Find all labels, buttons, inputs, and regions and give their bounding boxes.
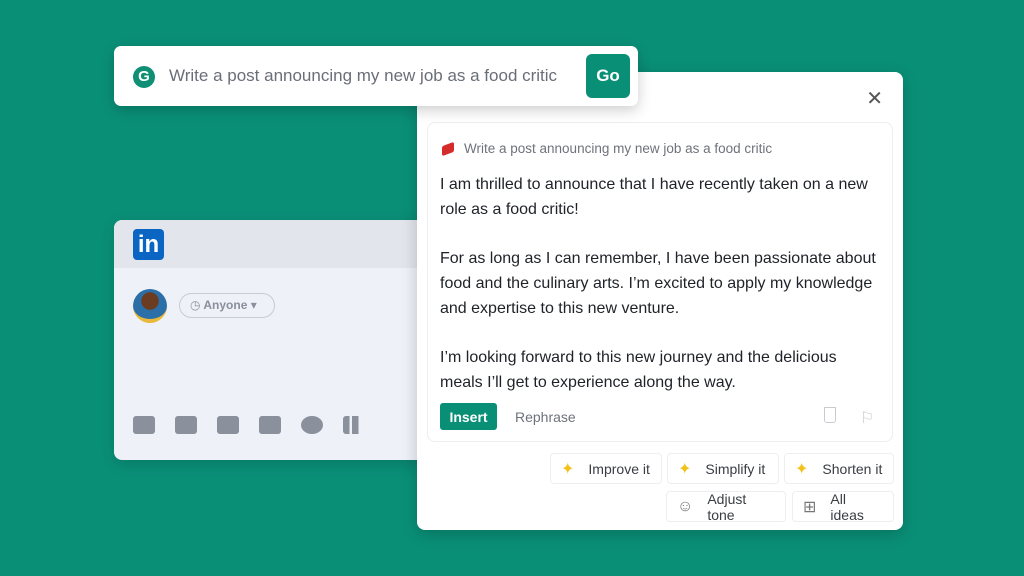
chip-label: All ideas	[830, 490, 864, 523]
paragraph: For as long as I can remember, I have be…	[440, 250, 876, 317]
close-icon[interactable]: ✕	[866, 86, 883, 111]
paragraph: I am thrilled to announce that I have re…	[440, 176, 868, 218]
paragraph: I’m looking forward to this new journey …	[440, 348, 837, 391]
job-icon[interactable]	[259, 416, 281, 434]
photo-icon[interactable]	[133, 416, 155, 434]
adjust-tone-button[interactable]: ☺ Adjust tone	[666, 490, 786, 523]
chip-label: Simplify it	[705, 460, 766, 477]
avatar	[133, 289, 167, 323]
document-icon[interactable]	[217, 416, 239, 434]
rephrase-button[interactable]: Rephrase	[515, 409, 576, 425]
flag-icon[interactable]: ⚐	[860, 408, 874, 428]
chip-label: Shorten it	[822, 460, 883, 477]
linkedin-logo: in	[133, 229, 164, 260]
grammarly-icon: G	[133, 66, 155, 88]
celebrate-icon[interactable]	[301, 416, 323, 434]
chip-label: Improve it	[588, 460, 650, 477]
prompt-input[interactable]: Write a post announcing my new job as a …	[169, 66, 557, 86]
grid-plus-icon: ⊞	[803, 498, 817, 516]
audience-dropdown[interactable]: ◷ Anyone ▾	[179, 293, 275, 318]
simplify-it-button[interactable]: ✦ Simplify it	[667, 453, 779, 484]
poll-icon[interactable]	[343, 416, 365, 434]
go-button[interactable]: Go	[586, 54, 630, 98]
megaphone-icon	[442, 141, 454, 156]
audience-label: Anyone	[203, 298, 248, 312]
insert-button[interactable]: Insert	[440, 403, 497, 430]
video-icon[interactable]	[175, 416, 197, 434]
faces-icon: ☺	[677, 497, 694, 515]
prompt-echo: Write a post announcing my new job as a …	[464, 141, 773, 156]
generation-panel: ✕ Write a post announcing my new job as …	[417, 72, 903, 530]
improve-it-button[interactable]: ✦ Improve it	[550, 453, 662, 484]
sparkle-icon: ✦	[795, 460, 809, 478]
shorten-it-button[interactable]: ✦ Shorten it	[784, 453, 894, 484]
prompt-bar: G Write a post announcing my new job as …	[114, 46, 638, 106]
trash-icon[interactable]	[824, 407, 836, 423]
sparkle-icon: ✦	[678, 460, 692, 478]
generated-text: I am thrilled to announce that I have re…	[440, 173, 880, 420]
sparkle-icon: ✦	[561, 460, 575, 478]
result-card: Write a post announcing my new job as a …	[427, 122, 893, 442]
chip-label: Adjust tone	[707, 490, 747, 523]
all-ideas-button[interactable]: ⊞ All ideas	[792, 490, 894, 523]
linkedin-composer: in ◷ Anyone ▾	[114, 220, 434, 460]
linkedin-header: in	[114, 220, 434, 268]
